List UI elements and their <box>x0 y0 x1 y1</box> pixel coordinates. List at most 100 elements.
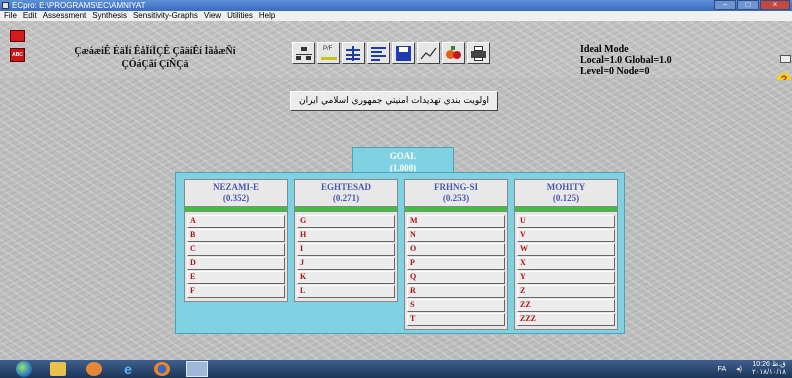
menu-assessment[interactable]: Assessment <box>43 11 87 21</box>
alternative-node[interactable]: T <box>407 313 505 326</box>
alternative-node[interactable]: I <box>297 243 395 256</box>
goal-description: ÇæáæíÊ ÈäÏí ÊåÏíÏÇÊ ÇãäíÊí ÌãåæÑí ÇÓáÇãí… <box>40 45 270 71</box>
menu-edit[interactable]: Edit <box>23 11 37 21</box>
goal-description-line1: ÇæáæíÊ ÈäÏí ÊåÏíÏÇÊ ÇãäíÊí ÌãåæÑí <box>74 46 236 57</box>
start-button[interactable] <box>16 361 32 377</box>
priority-label: Local=1.0 Global=1.0 <box>580 55 672 66</box>
media-player-icon[interactable] <box>86 362 102 376</box>
clock-date: ۲۰۱۸/۱۰/۱۸ <box>752 369 786 376</box>
pairwise-button[interactable]: P/F <box>317 42 340 64</box>
alternative-list: U V W X Y Z ZZ ZZZ <box>514 212 618 330</box>
criterion-priority: (0.352) <box>222 193 250 203</box>
abc-icon[interactable]: ABC <box>10 48 25 62</box>
mode-status: Ideal Mode Local=1.0 Global=1.0 Level=0 … <box>580 44 672 77</box>
criterion-node[interactable]: NEZAMI-E (0.352) <box>184 179 288 207</box>
model-workspace: اولويت بندي تهديدات امنيتي جمهوري اسلامي… <box>0 80 792 360</box>
alternative-node[interactable]: Q <box>407 271 505 284</box>
alternative-node[interactable]: E <box>187 271 285 284</box>
save-button[interactable] <box>392 42 415 64</box>
alternative-node[interactable]: S <box>407 299 505 312</box>
alternative-node[interactable]: F <box>187 285 285 298</box>
menu-view[interactable]: View <box>204 11 221 21</box>
notes-red-icon[interactable] <box>10 30 25 42</box>
criterion-column: NEZAMI-E (0.352) A B C D E F <box>184 179 288 302</box>
criterion-name: MOHITY <box>546 182 586 192</box>
alternative-node[interactable]: W <box>517 243 615 256</box>
criterion-node[interactable]: MOHITY (0.125) <box>514 179 618 207</box>
print-button[interactable] <box>467 42 490 64</box>
alternative-node[interactable]: A <box>187 215 285 228</box>
model-title-box[interactable]: اولويت بندي تهديدات امنيتي جمهوري اسلامي… <box>290 91 499 111</box>
menu-help[interactable]: Help <box>259 11 275 21</box>
pf-label: P/F <box>323 46 333 52</box>
alternative-node[interactable]: X <box>517 257 615 270</box>
maximize-button[interactable]: □ <box>737 0 759 10</box>
menu-sensitivity-graphs[interactable]: Sensitivity-Graphs <box>133 11 198 21</box>
clock[interactable]: 10:26 ق.ظ ۲۰۱۸/۱۰/۱۸ <box>752 361 786 377</box>
graph-button[interactable] <box>417 42 440 64</box>
criterion-column: FRHNG-SI (0.253) M N O P Q R S T <box>404 179 508 330</box>
internet-explorer-icon[interactable]: e <box>120 362 136 376</box>
criterion-node[interactable]: FRHNG-SI (0.253) <box>404 179 508 207</box>
menu-utilities[interactable]: Utilities <box>227 11 253 21</box>
alternative-node[interactable]: O <box>407 243 505 256</box>
alternative-node[interactable]: H <box>297 229 395 242</box>
criterion-priority: (0.271) <box>332 193 360 203</box>
alternative-list: G H I J K L <box>294 212 398 302</box>
menu-bar: File Edit Assessment Synthesis Sensitivi… <box>0 11 792 21</box>
title-bar: ECpro: E:\PROGRAMS\EC\AMNIYAT – □ × <box>0 0 792 11</box>
list-button[interactable] <box>367 42 390 64</box>
alternative-node[interactable]: ZZZ <box>517 313 615 326</box>
system-tray: FA ◂) 10:26 ق.ظ ۲۰۱۸/۱۰/۱۸ <box>718 360 786 378</box>
criterion-priority: (0.125) <box>552 193 580 203</box>
goal-node[interactable]: GOAL (1.000) <box>352 147 454 174</box>
toolbar-area: ABC ÇæáæíÊ ÈäÏí ÊåÏíÏÇÊ ÇãäíÊí ÌãåæÑí ÇÓ… <box>0 21 792 87</box>
goal-name: GOAL <box>389 151 417 161</box>
alternative-node[interactable]: D <box>187 257 285 270</box>
criterion-node[interactable]: EGHTESAD (0.271) <box>294 179 398 207</box>
taskbar: e FA ◂) 10:26 ق.ظ ۲۰۱۸/۱۰/۱۸ <box>0 360 792 378</box>
language-indicator[interactable]: FA <box>718 365 727 374</box>
alternative-node[interactable]: V <box>517 229 615 242</box>
alternative-node[interactable]: P <box>407 257 505 270</box>
alternative-node[interactable]: K <box>297 271 395 284</box>
mode-label: Ideal Mode <box>580 44 629 55</box>
tool-buttons: P/F <box>292 42 490 64</box>
goal-description-line2: ÇÓáÇãí ÇíÑÇä <box>121 59 189 70</box>
volume-icon[interactable]: ◂) <box>736 365 742 374</box>
minimize-button[interactable]: – <box>714 0 736 10</box>
alternative-node[interactable]: Y <box>517 271 615 284</box>
alternative-node[interactable]: B <box>187 229 285 242</box>
notes-icon[interactable] <box>780 55 791 63</box>
firefox-icon[interactable] <box>154 362 170 376</box>
alternative-node[interactable]: C <box>187 243 285 256</box>
criterion-column: MOHITY (0.125) U V W X Y Z ZZ ZZZ <box>514 179 618 330</box>
window-title: ECpro: E:\PROGRAMS\EC\AMNIYAT <box>12 1 146 10</box>
criteria-panel: NEZAMI-E (0.352) A B C D E F EGHTESAD (0… <box>175 172 625 334</box>
fruits-button[interactable] <box>442 42 465 64</box>
alternative-list: A B C D E F <box>184 212 288 302</box>
alternative-node[interactable]: L <box>297 285 395 298</box>
criterion-name: EGHTESAD <box>320 182 371 192</box>
alternative-node[interactable]: U <box>517 215 615 228</box>
alternative-node[interactable]: G <box>297 215 395 228</box>
clock-time: 10:26 ق.ظ <box>752 361 786 368</box>
alternative-node[interactable]: ZZ <box>517 299 615 312</box>
left-icon-group: ABC <box>10 30 25 62</box>
ecpro-taskbar-icon[interactable] <box>186 361 208 377</box>
tree-button[interactable] <box>342 42 365 64</box>
menu-synthesis[interactable]: Synthesis <box>92 11 127 21</box>
close-button[interactable]: × <box>760 0 790 10</box>
criterion-priority: (0.253) <box>442 193 470 203</box>
alternative-node[interactable]: M <box>407 215 505 228</box>
alternative-node[interactable]: N <box>407 229 505 242</box>
alternative-node[interactable]: J <box>297 257 395 270</box>
window-controls: – □ × <box>714 0 790 11</box>
criterion-column: EGHTESAD (0.271) G H I J K L <box>294 179 398 302</box>
alternative-list: M N O P Q R S T <box>404 212 508 330</box>
hierarchy-button[interactable] <box>292 42 315 64</box>
folder-icon[interactable] <box>50 362 66 376</box>
alternative-node[interactable]: Z <box>517 285 615 298</box>
alternative-node[interactable]: R <box>407 285 505 298</box>
menu-file[interactable]: File <box>4 11 17 21</box>
